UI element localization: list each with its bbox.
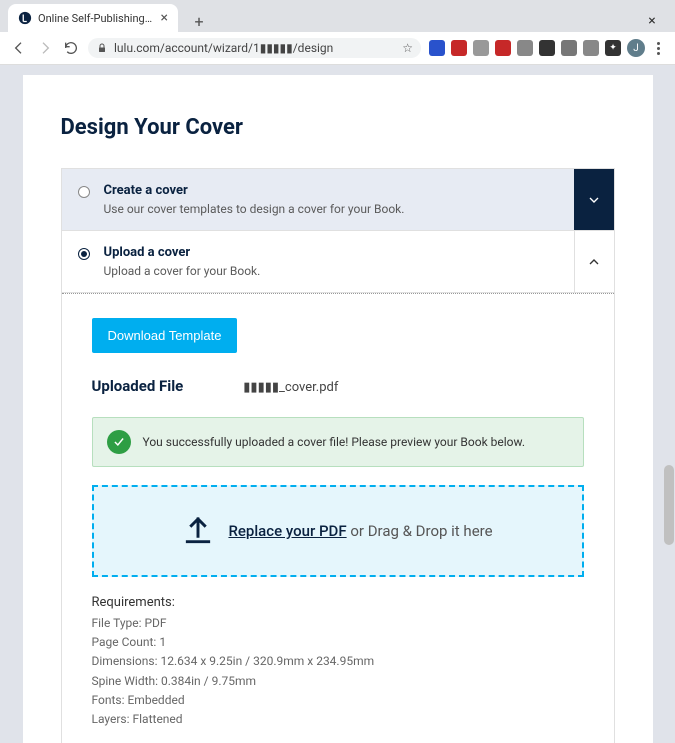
star-icon[interactable]: ☆ [402,41,413,55]
url-text: lulu.com/account/wizard/1▮▮▮▮▮/design [114,41,396,55]
puzzle-icon[interactable]: ✦ [605,40,621,56]
requirement-layers: Layers: Flattened [92,710,584,729]
extension-icon[interactable] [473,40,489,56]
avatar[interactable]: J [627,39,645,57]
tab-bar: Online Self-Publishing Bo × + × [0,0,675,32]
url-bar[interactable]: lulu.com/account/wizard/1▮▮▮▮▮/design ☆ [88,38,421,58]
dropzone-suffix: or Drag & Drop it here [347,522,493,540]
upload-icon [182,515,214,547]
browser-tab[interactable]: Online Self-Publishing Bo × [8,4,178,32]
new-tab-button[interactable]: + [188,10,210,32]
scrollbar-thumb[interactable] [664,465,674,545]
nav-bar: lulu.com/account/wizard/1▮▮▮▮▮/design ☆ … [0,32,675,65]
accordion-subtitle: Upload a cover for your Book. [104,264,558,278]
chevron-down-icon [586,192,602,208]
extension-icons: ✦ J [429,39,665,57]
download-template-button[interactable]: Download Template [92,318,238,353]
accordion-item-upload[interactable]: Upload a cover Upload a cover for your B… [62,231,614,293]
radio-create-cover[interactable] [78,186,90,198]
accordion-body-upload: Download Template Uploaded File ▮▮▮▮▮_co… [62,293,614,743]
extension-icon[interactable] [451,40,467,56]
extension-icon[interactable] [517,40,533,56]
uploaded-file-row: Uploaded File ▮▮▮▮▮_cover.pdf [92,377,584,395]
favicon-icon [18,11,32,25]
close-icon[interactable]: × [161,10,168,26]
requirements-heading: Requirements: [92,595,584,610]
accordion-subtitle: Use our cover templates to design a cove… [104,202,558,216]
chevron-up-icon [586,254,602,270]
uploaded-file-name: ▮▮▮▮▮_cover.pdf [243,380,338,395]
success-message: You successfully uploaded a cover file! … [143,435,525,449]
back-button[interactable] [10,39,28,57]
menu-button[interactable] [651,42,665,55]
requirement-filetype: File Type: PDF [92,614,584,633]
page-content: Design Your Cover Create a cover Use our… [23,75,653,743]
extension-icon[interactable] [539,40,555,56]
success-alert: You successfully uploaded a cover file! … [92,417,584,467]
expand-button[interactable] [574,169,614,230]
requirement-spine: Spine Width: 0.384in / 9.75mm [92,672,584,691]
tab-title: Online Self-Publishing Bo [38,12,155,25]
dropzone-text: Replace your PDF or Drag & Drop it here [228,522,492,540]
radio-upload-cover[interactable] [78,248,90,260]
accordion-header[interactable]: Create a cover Use our cover templates t… [62,169,574,230]
extension-icon[interactable] [429,40,445,56]
extension-icon[interactable] [561,40,577,56]
window-close-button[interactable]: × [641,10,663,32]
extension-icon[interactable] [583,40,599,56]
requirements-block: Requirements: File Type: PDF Page Count:… [92,595,584,729]
upload-dropzone[interactable]: Replace your PDF or Drag & Drop it here [92,485,584,577]
replace-pdf-link[interactable]: Replace your PDF [228,522,346,540]
cover-accordion: Create a cover Use our cover templates t… [61,168,615,743]
reload-button[interactable] [62,39,80,57]
requirement-fonts: Fonts: Embedded [92,691,584,710]
collapse-button[interactable] [574,231,614,292]
lock-icon [96,42,108,54]
page-title: Design Your Cover [61,115,615,140]
accordion-item-create[interactable]: Create a cover Use our cover templates t… [62,169,614,231]
checkmark-icon [107,430,131,454]
uploaded-file-label: Uploaded File [92,377,184,395]
requirement-dimensions: Dimensions: 12.634 x 9.25in / 320.9mm x … [92,652,584,671]
forward-button[interactable] [36,39,54,57]
viewport: Design Your Cover Create a cover Use our… [0,65,675,743]
accordion-header[interactable]: Upload a cover Upload a cover for your B… [62,231,574,292]
accordion-title: Upload a cover [104,245,558,260]
accordion-title: Create a cover [104,183,558,198]
requirement-pagecount: Page Count: 1 [92,633,584,652]
extension-icon[interactable] [495,40,511,56]
